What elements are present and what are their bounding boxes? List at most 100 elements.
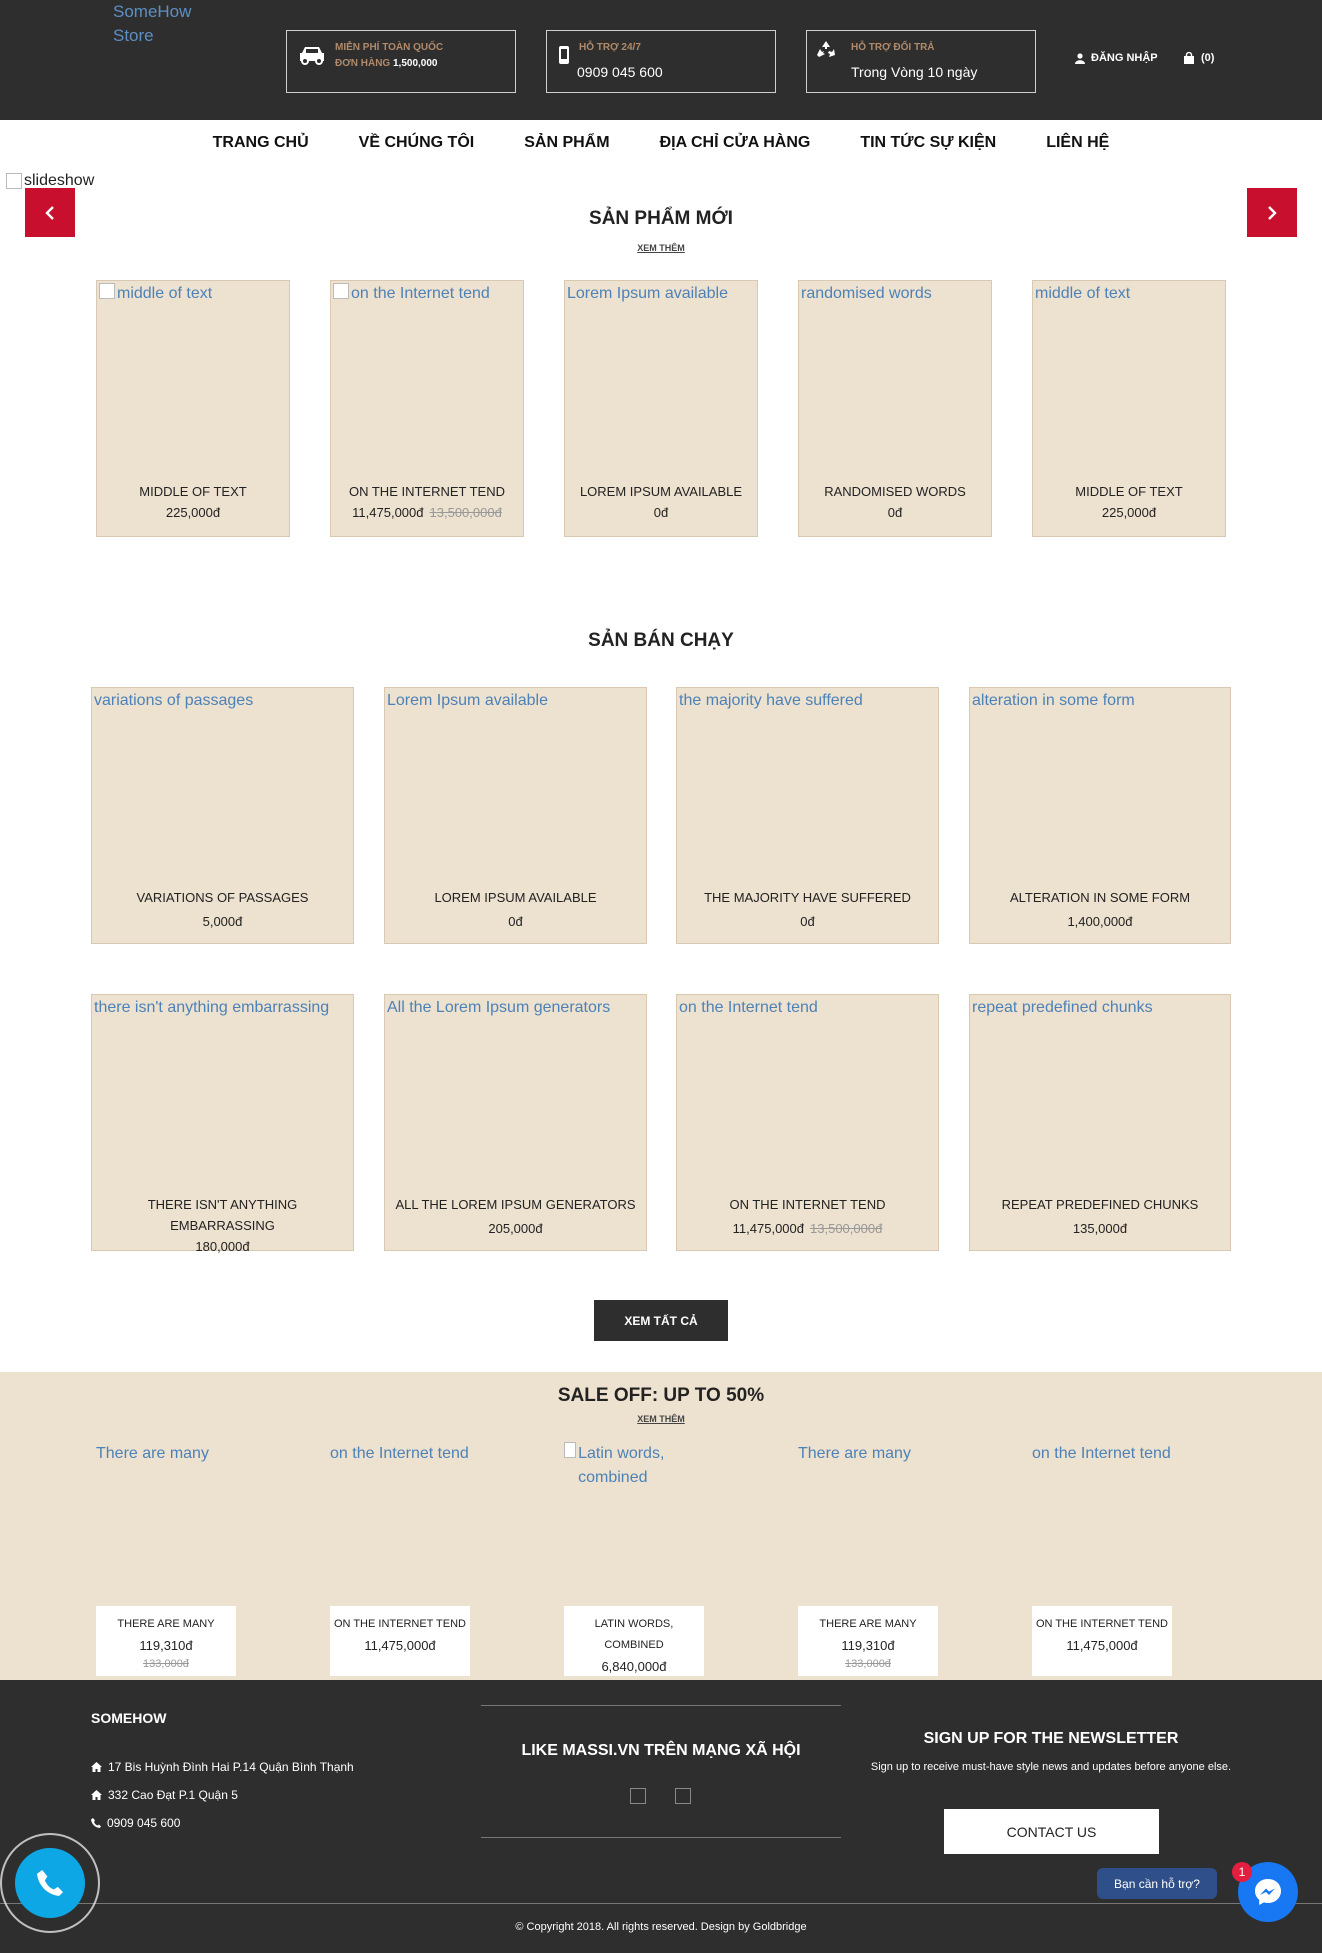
help-bubble[interactable]: Bạn cần hỗ trợ? bbox=[1097, 1868, 1217, 1899]
product-price: 0đ bbox=[508, 914, 523, 929]
shopping-bag-icon bbox=[1184, 52, 1194, 64]
user-icon bbox=[1075, 52, 1085, 64]
footer-brand: SOMEHOW bbox=[91, 1710, 167, 1726]
product-card[interactable]: randomised words RANDOMISED WORDS 0đ bbox=[798, 280, 992, 537]
sale-item[interactable]: There are many bbox=[96, 1442, 246, 1466]
sale-item-info[interactable]: ON THE INTERNET TEND 11,475,000đ bbox=[1032, 1606, 1172, 1676]
support-label: HỖ TRỢ 24/7 bbox=[579, 42, 641, 53]
product-card[interactable]: on the Internet tend ON THE INTERNET TEN… bbox=[330, 280, 524, 537]
recycle-icon bbox=[811, 37, 841, 65]
nav-news[interactable]: TIN TỨC SỰ KIỆN bbox=[835, 120, 1021, 170]
product-card[interactable]: alteration in some form ALTERATION IN SO… bbox=[969, 687, 1231, 944]
sale-item-image: on the Internet tend bbox=[1032, 1445, 1171, 1462]
sale-item[interactable]: on the Internet tend bbox=[330, 1442, 470, 1466]
product-card[interactable]: middle of text MIDDLE OF TEXT 225,000đ bbox=[96, 280, 290, 537]
product-price: 11,475,000đ 13,500,000đ bbox=[732, 1221, 883, 1236]
product-card[interactable]: there isn't anything embarrassing THERE … bbox=[91, 994, 354, 1254]
product-card[interactable]: repeat predefined chunks REPEAT PREDEFIN… bbox=[969, 994, 1231, 1251]
product-price: 0đ bbox=[653, 505, 669, 520]
social-title: LIKE MASSI.VN TRÊN MẠNG XÃ HỘI bbox=[521, 1742, 801, 1759]
product-image: randomised words bbox=[801, 285, 932, 302]
product-name: THERE ISN'T ANYTHING EMBARRASSING bbox=[147, 1197, 298, 1233]
shipping-line2: ĐƠN HÀNG 1,500,000 bbox=[335, 58, 438, 69]
copyright: © Copyright 2018. All rights reserved. D… bbox=[515, 1921, 807, 1933]
product-name: ALL THE LOREM IPSUM GENERATORS bbox=[395, 1197, 636, 1212]
footer-phone[interactable]: 0909 045 600 bbox=[91, 1816, 180, 1830]
sale-item[interactable]: on the Internet tend bbox=[1032, 1442, 1172, 1466]
product-card[interactable]: the majority have suffered THE MAJORITY … bbox=[676, 687, 939, 944]
sale-section: SALE OFF: UP TO 50% XEM THÊM There are m… bbox=[0, 1372, 1322, 1680]
messenger-icon bbox=[1255, 1879, 1281, 1905]
sale-item-info[interactable]: ON THE INTERNET TEND 11,475,000đ bbox=[330, 1606, 470, 1676]
product-price: 11,475,000đ 13,500,000đ bbox=[352, 505, 502, 520]
sale-item[interactable]: There are many bbox=[798, 1442, 948, 1466]
facebook-icon[interactable] bbox=[630, 1788, 646, 1804]
product-price: 135,000đ bbox=[1072, 1221, 1128, 1236]
sale-item-info[interactable]: LATIN WORDS, COMBINED 6,840,000đ bbox=[564, 1606, 704, 1676]
store-logo[interactable]: SomeHow Store bbox=[113, 0, 213, 48]
nav-store-address[interactable]: ĐỊA CHỈ CỬA HÀNG bbox=[635, 120, 836, 170]
returns-box: HỖ TRỢ ĐỔI TRẢ Trong Vòng 10 ngày bbox=[806, 30, 1036, 93]
product-price: 1,400,000đ bbox=[1067, 914, 1133, 929]
returns-value: Trong Vòng 10 ngày bbox=[851, 64, 978, 80]
nav-products[interactable]: SẢN PHẨM bbox=[499, 120, 634, 170]
youtube-icon[interactable] bbox=[675, 1788, 691, 1804]
newsletter-subtitle: Sign up to receive must-have style news … bbox=[870, 1761, 1232, 1773]
social-section: LIKE MASSI.VN TRÊN MẠNG XÃ HỘI bbox=[481, 1705, 841, 1838]
nav-home[interactable]: TRANG CHỦ bbox=[188, 120, 334, 170]
contact-us-button[interactable]: CONTACT US bbox=[944, 1809, 1159, 1854]
returns-label: HỖ TRỢ ĐỔI TRẢ bbox=[851, 42, 935, 53]
footer: SOMEHOW 17 Bis Huỳnh Đình Hai P.14 Quận … bbox=[0, 1680, 1322, 1953]
sale-title: SALE OFF: UP TO 50% bbox=[557, 1385, 765, 1406]
home-icon bbox=[91, 1762, 102, 1772]
call-now-button[interactable] bbox=[0, 1833, 100, 1933]
sale-item-image: There are many bbox=[798, 1445, 911, 1462]
product-image: middle of text bbox=[1035, 285, 1131, 302]
nav-contact[interactable]: LIÊN HỆ bbox=[1021, 120, 1134, 170]
free-shipping-box: MIỄN PHÍ TOÀN QUỐC ĐƠN HÀNG 1,500,000 bbox=[286, 30, 516, 93]
login-link[interactable]: ĐĂNG NHẬP bbox=[1075, 52, 1158, 64]
sale-item[interactable]: Latin words, combined bbox=[564, 1442, 694, 1490]
support-box: HỖ TRỢ 24/7 0909 045 600 bbox=[546, 30, 776, 93]
notification-badge: 1 bbox=[1232, 1862, 1252, 1882]
product-card[interactable]: middle of text MIDDLE OF TEXT 225,000đ bbox=[1032, 280, 1226, 537]
product-price: 5,000đ bbox=[202, 914, 243, 929]
product-image: alteration in some form bbox=[972, 692, 1135, 709]
product-name: LOREM IPSUM AVAILABLE bbox=[579, 484, 743, 499]
product-card[interactable]: Lorem Ipsum available LOREM IPSUM AVAILA… bbox=[384, 687, 647, 944]
mobile-phone-icon bbox=[549, 41, 579, 69]
product-image: variations of passages bbox=[94, 692, 254, 709]
sale-item-info[interactable]: THERE ARE MANY 119,310đ 133,000đ bbox=[96, 1606, 236, 1676]
sale-item-image: on the Internet tend bbox=[330, 1445, 469, 1462]
sale-item-image: There are many bbox=[96, 1445, 209, 1462]
product-image: there isn't anything embarrassing bbox=[94, 999, 330, 1016]
phone-icon bbox=[91, 1818, 101, 1828]
product-name: LOREM IPSUM AVAILABLE bbox=[434, 890, 597, 905]
sale-more-link[interactable]: XEM THÊM bbox=[0, 1414, 1322, 1424]
sale-item-info[interactable]: THERE ARE MANY 119,310đ 133,000đ bbox=[798, 1606, 938, 1676]
product-card[interactable]: All the Lorem Ipsum generators ALL THE L… bbox=[384, 994, 647, 1251]
view-all-button[interactable]: XEM TẤT CẢ bbox=[594, 1300, 728, 1341]
product-image: on the Internet tend bbox=[679, 999, 818, 1016]
nav-about[interactable]: VỀ CHÚNG TÔI bbox=[334, 120, 500, 170]
footer-address-1: 17 Bis Huỳnh Đình Hai P.14 Quận Bình Thạ… bbox=[91, 1760, 354, 1774]
product-price: 205,000đ bbox=[488, 1221, 543, 1236]
new-products-more-link[interactable]: XEM THÊM bbox=[0, 243, 1322, 253]
product-name: THE MAJORITY HAVE SUFFERED bbox=[704, 890, 911, 905]
support-phone[interactable]: 0909 045 600 bbox=[577, 64, 663, 80]
product-image: Lorem Ipsum available bbox=[567, 285, 728, 302]
product-name: VARIATIONS OF PASSAGES bbox=[136, 890, 309, 905]
product-name: REPEAT PREDEFINED CHUNKS bbox=[1001, 1197, 1199, 1212]
product-image: Lorem Ipsum available bbox=[387, 692, 548, 709]
product-price: 225,000đ bbox=[165, 505, 221, 520]
cart-link[interactable]: (0) bbox=[1183, 52, 1214, 64]
product-price: 180,000đ bbox=[195, 1239, 250, 1254]
product-name: ON THE INTERNET TEND bbox=[348, 484, 506, 499]
product-price: 225,000đ bbox=[1101, 505, 1157, 520]
product-card[interactable]: on the Internet tend ON THE INTERNET TEN… bbox=[676, 994, 939, 1251]
product-price: 0đ bbox=[887, 505, 903, 520]
product-price: 0đ bbox=[800, 914, 815, 929]
product-name: MIDDLE OF TEXT bbox=[1075, 484, 1183, 499]
product-card[interactable]: Lorem Ipsum available LOREM IPSUM AVAILA… bbox=[564, 280, 758, 537]
product-card[interactable]: variations of passages VARIATIONS OF PAS… bbox=[91, 687, 354, 944]
